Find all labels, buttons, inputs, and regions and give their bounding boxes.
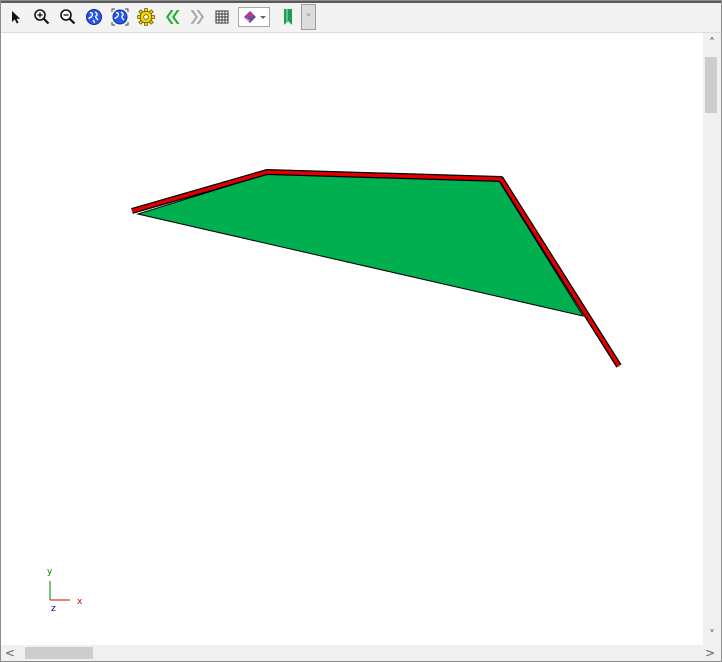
previous-button[interactable] [161, 6, 183, 28]
next-button[interactable] [187, 6, 209, 28]
green-polygon [136, 173, 585, 317]
scroll-right-arrow[interactable]: > [703, 646, 717, 660]
globe-button[interactable] [83, 6, 105, 28]
color-style-dropdown[interactable] [238, 7, 270, 27]
scroll-left-arrow[interactable]: < [3, 646, 17, 660]
bookmark-button[interactable] [277, 6, 299, 28]
overflow-label: » [306, 10, 311, 19]
double-chevron-right-icon [190, 10, 204, 24]
globe-extent-icon [111, 8, 129, 26]
scene-canvas: y x z [47, 169, 622, 614]
vertical-scrollbar[interactable]: ˄ ˅ [703, 33, 721, 645]
horizontal-scrollbar[interactable]: < > [1, 645, 721, 661]
3d-viewport[interactable]: y x z [1, 33, 703, 645]
gear-icon [137, 8, 155, 26]
toolbar: » [1, 1, 721, 33]
toolbar-overflow-button[interactable]: » [301, 4, 316, 30]
y-axis-label: y [47, 567, 53, 577]
zoom-in-icon [34, 9, 50, 25]
pointer-icon [12, 11, 21, 24]
x-axis-label: x [77, 597, 83, 607]
vertical-scroll-thumb[interactable] [705, 57, 717, 113]
globe-icon [86, 9, 102, 25]
double-chevron-left-icon [166, 10, 180, 24]
zoom-in-button[interactable] [31, 6, 53, 28]
grid-icon [215, 10, 229, 24]
bookmark-icon [284, 9, 292, 25]
settings-button[interactable] [135, 6, 157, 28]
color-palette-icon [244, 11, 256, 23]
app-window: » y x z ˄ ˅ < > [0, 0, 722, 662]
horizontal-scroll-thumb[interactable] [25, 647, 93, 659]
z-axis-label: z [51, 604, 56, 614]
scroll-down-arrow[interactable]: ˅ [705, 628, 719, 642]
axis-triad: y x z [47, 567, 83, 614]
zoom-out-button[interactable] [57, 6, 79, 28]
globe-extent-button[interactable] [109, 6, 131, 28]
scroll-up-arrow[interactable]: ˄ [705, 36, 719, 50]
grid-button[interactable] [211, 6, 233, 28]
zoom-out-icon [60, 9, 76, 25]
select-button[interactable] [5, 6, 27, 28]
chevron-down-icon [260, 16, 266, 19]
